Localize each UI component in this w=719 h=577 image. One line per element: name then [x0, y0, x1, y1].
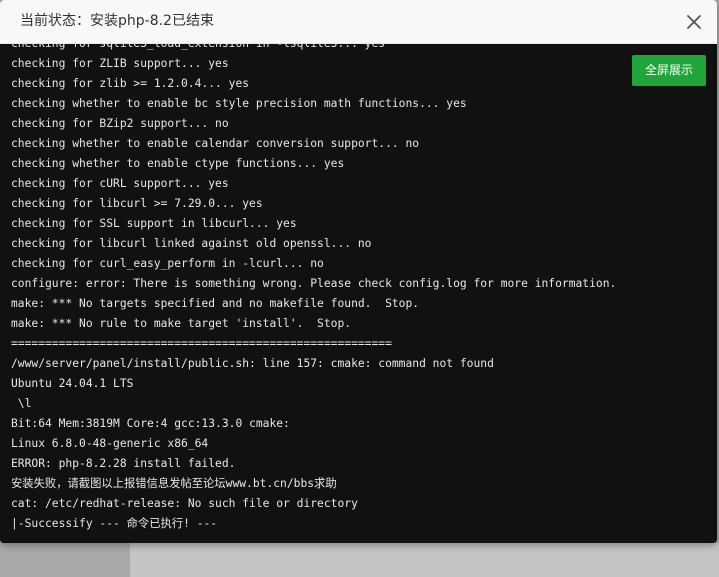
log-line: checking for ZLIB support... yes [11, 57, 229, 70]
close-button[interactable] [681, 9, 707, 35]
log-line: checking for SSL support in libcurl... y… [11, 217, 297, 230]
log-line: checking for curl_easy_perform in -lcurl… [11, 257, 324, 270]
log-line: ========================================… [11, 337, 392, 350]
log-line: checking for cURL support... yes [11, 177, 229, 190]
log-line: /www/server/panel/install/public.sh: lin… [11, 357, 494, 370]
log-line: checking whether to enable ctype functio… [11, 157, 345, 170]
log-line: cat: /etc/redhat-release: No such file o… [11, 497, 358, 510]
log-lines: checking for sqlite3_load_extension in -… [11, 44, 616, 534]
log-line: 安装失败，请截图以上报错信息发帖至论坛www.bt.cn/bbs求助 [11, 477, 337, 490]
dialog-header: 当前状态：安装php-8.2已结束 [0, 0, 717, 44]
log-line: checking for zlib >= 1.2.0.4... yes [11, 77, 250, 90]
dialog-title: 当前状态：安装php-8.2已结束 [20, 13, 214, 29]
log-line: configure: error: There is something wro… [11, 277, 617, 290]
log-line: checking for BZip2 support... no [11, 117, 229, 130]
close-icon [687, 15, 701, 29]
log-line: checking whether to enable bc style prec… [11, 97, 467, 110]
log-line: checking for libcurl >= 7.29.0... yes [11, 197, 263, 210]
log-line: |-Successify --- 命令已执行! --- [11, 517, 218, 530]
log-line: checking whether to enable calendar conv… [11, 137, 420, 150]
log-line: \l [11, 397, 32, 410]
backdrop-panel [130, 543, 719, 577]
log-line: Linux 6.8.0-48-generic x86_64 [11, 437, 209, 450]
terminal-output[interactable]: checking for sqlite3_load_extension in -… [0, 44, 717, 543]
log-line: checking for libcurl linked against old … [11, 237, 372, 250]
log-line: make: *** No rule to make target 'instal… [11, 317, 352, 330]
log-line: make: *** No targets specified and no ma… [11, 297, 420, 310]
fullscreen-button[interactable]: 全屏展示 [632, 55, 706, 86]
log-line: Bit:64 Mem:3819M Core:4 gcc:13.3.0 cmake… [11, 417, 290, 430]
install-status-dialog: 当前状态：安装php-8.2已结束 checking for sqlite3_l… [0, 0, 717, 543]
log-line: ERROR: php-8.2.28 install failed. [11, 457, 236, 470]
log-line: checking for sqlite3_load_extension in -… [11, 44, 616, 54]
log-line: Ubuntu 24.04.1 LTS [11, 377, 134, 390]
